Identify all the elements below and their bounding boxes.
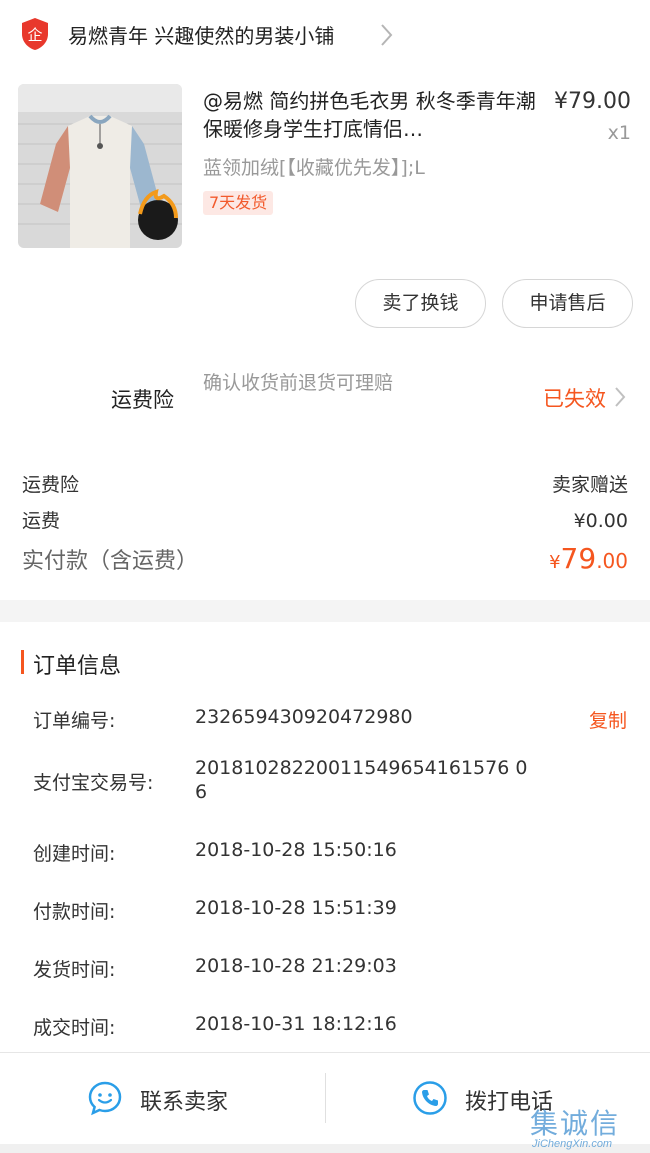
fee-value: ¥0.00 [573,510,628,532]
contact-seller-label[interactable]: 联系卖家 [140,1084,228,1116]
svg-text:企: 企 [27,26,42,44]
order-info-title: 订单信息 [33,654,122,679]
phone-icon [413,1081,447,1115]
total-label: 实付款（含运费） [22,549,199,574]
ship-tag-badge: 7天发货 [203,191,274,215]
shipping-insurance-desc: 确认收货前退货可理赔 [203,372,394,394]
alipay-trade-value: 20181028220011549654161576 06 [195,757,528,803]
created-time-label: 创建时间: [33,843,116,865]
fee-value: 卖家赠送 [551,474,628,496]
chevron-right-icon[interactable] [614,386,626,408]
watermark-text: JiChengXin.com [532,1138,613,1150]
completed-time-label: 成交时间: [33,1017,116,1039]
shipped-time-label: 发货时间: [33,959,116,981]
product-title[interactable]: @易燃 简约拼色毛衣男 秋冬季青年潮保暖修身学生打底情侣… [203,87,543,143]
shipped-time-value: 2018-10-28 21:29:03 [195,955,397,977]
fee-label: 运费险 [22,474,80,496]
product-price: ¥79.00 [554,89,631,114]
paid-time-label: 付款时间: [33,901,116,923]
section-divider [0,600,650,622]
fee-row-total: 实付款（含运费） ¥79.00 [22,542,628,575]
shipping-insurance-status[interactable]: 已失效 [543,383,606,413]
chat-smile-icon [88,1081,122,1116]
section-accent-bar [21,650,24,674]
watermark-glyphs: 集诚信 [530,1107,621,1140]
sell-for-cash-button[interactable]: 卖了换钱 [355,279,486,328]
order-number-label: 订单编号: [33,710,116,732]
shop-header[interactable]: 企 易燃青年 兴趣使然的男装小铺 [0,0,650,70]
fee-label: 运费 [22,510,61,532]
watermark-logo: 集诚信 JiChengXin.com [530,1102,648,1152]
shipping-insurance-label: 运费险 [111,388,174,412]
fee-row-shipping: 运费 ¥0.00 [22,506,628,533]
completed-time-value: 2018-10-31 18:12:16 [195,1013,397,1035]
copy-button[interactable]: 复制 [589,706,627,733]
fee-row-insurance: 运费险 卖家赠送 [22,470,628,497]
total-amount: ¥79.00 [549,542,628,575]
alipay-trade-label: 支付宝交易号: [33,772,154,794]
apply-aftersale-button[interactable]: 申请售后 [502,279,633,328]
bottom-divider [325,1073,326,1123]
shop-name[interactable]: 易燃青年 兴趣使然的男装小铺 [68,20,334,49]
product-sku: 蓝领加绒[【收藏优先发】];L [203,157,425,179]
product-image[interactable] [18,84,182,248]
enterprise-shield-icon: 企 [22,18,48,50]
created-time-value: 2018-10-28 15:50:16 [195,839,397,861]
order-number-value: 232659430920472980 [195,706,413,728]
chevron-right-icon[interactable] [379,22,395,48]
paid-time-value: 2018-10-28 15:51:39 [195,897,397,919]
product-quantity: x1 [607,122,631,144]
